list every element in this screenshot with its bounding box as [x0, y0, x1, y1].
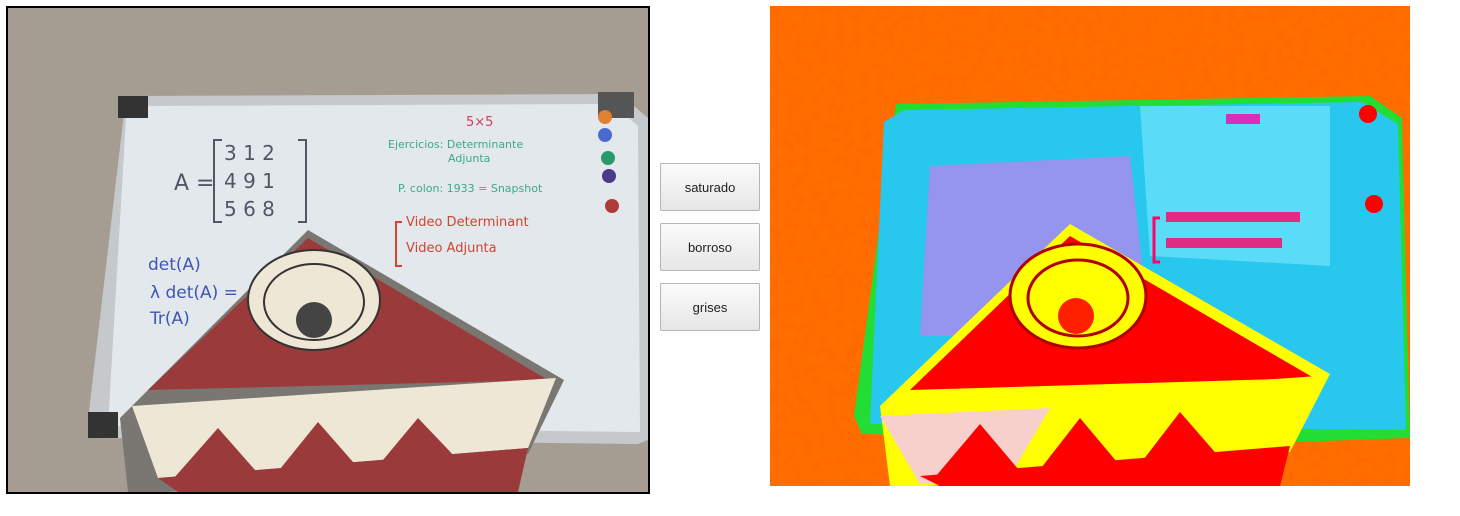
saturated-eye-pupil [1058, 298, 1094, 334]
formula-line-1: det(A) [148, 255, 201, 275]
formula-line-2: λ det(A) = [150, 283, 238, 303]
matrix-row-3: 5 6 8 [224, 197, 275, 221]
filtered-camera-feed [770, 6, 1410, 486]
note-line-2: Adjunta [448, 152, 490, 165]
matrix-label: A = [174, 171, 214, 196]
saturated-filter-button[interactable]: saturado [660, 163, 760, 211]
blue-magnet-icon [598, 128, 612, 142]
orange-magnet-icon [598, 110, 612, 124]
filtered-camera-image [770, 6, 1410, 486]
original-camera-image: A = 3 1 2 4 9 1 5 6 8 5×5 Ejercicios: De… [8, 8, 648, 492]
red-magnet-icon [605, 199, 619, 213]
bracket-line-2: Video Adjunta [406, 241, 497, 256]
grayscale-filter-button[interactable]: grises [660, 283, 760, 331]
formula-line-3: Tr(A) [149, 309, 190, 329]
blur-filter-button[interactable]: borroso [660, 223, 760, 271]
original-camera-feed: A = 3 1 2 4 9 1 5 6 8 5×5 Ejercicios: De… [6, 6, 650, 494]
note-line-3: P. colon: 1933 = Snapshot [398, 182, 543, 195]
size-note: 5×5 [466, 115, 493, 130]
purple-magnet-icon [602, 169, 616, 183]
bracket-line-1: Video Determinant [406, 215, 529, 230]
matrix-row-1: 3 1 2 [224, 141, 275, 165]
note-line-1: Ejercicios: Determinante [388, 138, 523, 151]
eye-pupil [296, 302, 332, 338]
green-magnet-icon [601, 151, 615, 165]
matrix-row-2: 4 9 1 [224, 169, 275, 193]
